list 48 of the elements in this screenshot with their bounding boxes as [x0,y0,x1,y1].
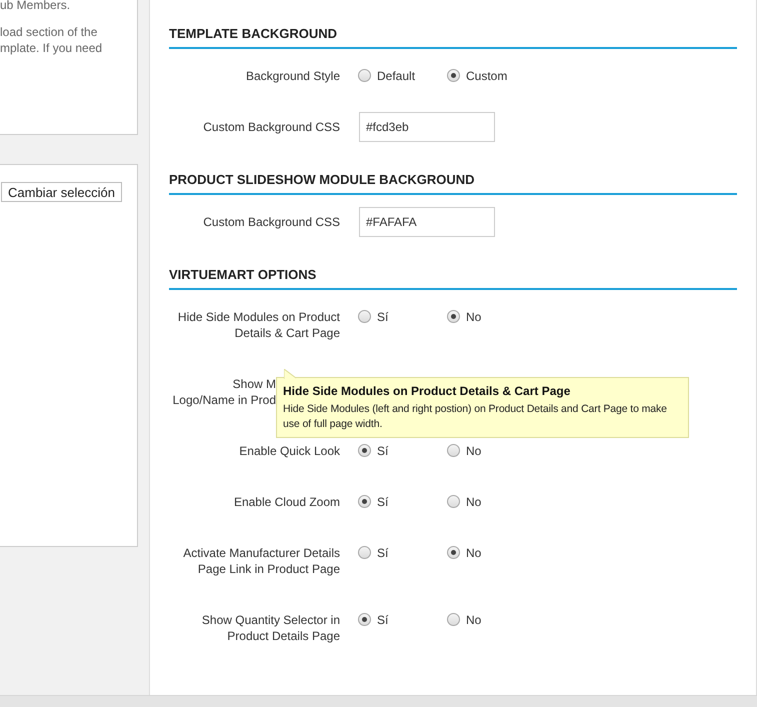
field-label: Show Quantity Selector in [200,612,340,628]
field-label: Page Link in Product Page [196,561,340,577]
field-label: Show M [232,376,276,392]
field-label: Custom Background CSS [202,214,340,230]
radio-button[interactable] [358,310,371,323]
radio-label: No [466,494,482,510]
radio-label: No [466,309,482,325]
input-field[interactable]: #fcd3eb [359,112,495,142]
radio-button[interactable] [447,546,460,559]
field-label: Activate Manufacturer Details [182,545,340,561]
radio-label: Sí [377,612,388,628]
radio-label: No [466,545,482,561]
radio-button[interactable] [358,444,371,457]
radio-label: No [466,612,482,628]
info-text: load section of the [0,24,98,40]
field-label: Enable Cloud Zoom [232,494,340,510]
radio-button[interactable] [358,69,371,82]
radio-button[interactable] [447,495,460,508]
input-field[interactable]: #FAFAFA [359,207,495,237]
tooltip-text: Hide Side Modules (left and right postion) on Product Details and Cart Page to make use of full page width. [283,402,668,432]
radio-button[interactable] [358,546,371,559]
radio-label: Sí [377,494,388,510]
field-label: Details & Cart Page [234,325,340,341]
radio-button[interactable] [447,613,460,626]
field-label: Enable Quick Look [238,443,340,459]
info-text: ub Members. [0,0,72,13]
radio-button[interactable] [358,613,371,626]
radio-label: Custom [466,68,508,84]
field-label: Product Details Page [226,628,340,644]
radio-label: No [466,443,482,459]
radio-label: Sí [377,545,388,561]
radio-label: Default [377,68,416,84]
radio-button[interactable] [447,444,460,457]
section-heading: VIRTUEMART OPTIONS [169,267,737,290]
field-label: Logo/Name in Prod [172,392,276,408]
radio-button[interactable] [447,69,460,82]
field-label: Hide Side Modules on Product [176,309,340,325]
radio-label: Sí [377,309,388,325]
radio-button[interactable] [358,495,371,508]
radio-button[interactable] [447,310,460,323]
field-label: Custom Background CSS [202,119,340,135]
field-label: Background Style [244,68,340,84]
radio-label: Sí [377,443,388,459]
tooltip-title: Hide Side Modules on Product Details & Cart Page [283,383,572,399]
info-text: mplate. If you need [0,40,104,56]
change-selection-button[interactable]: Cambiar selección [1,182,122,202]
section-heading: TEMPLATE BACKGROUND [169,26,737,49]
section-heading: PRODUCT SLIDESHOW MODULE BACKGROUND [169,172,737,195]
